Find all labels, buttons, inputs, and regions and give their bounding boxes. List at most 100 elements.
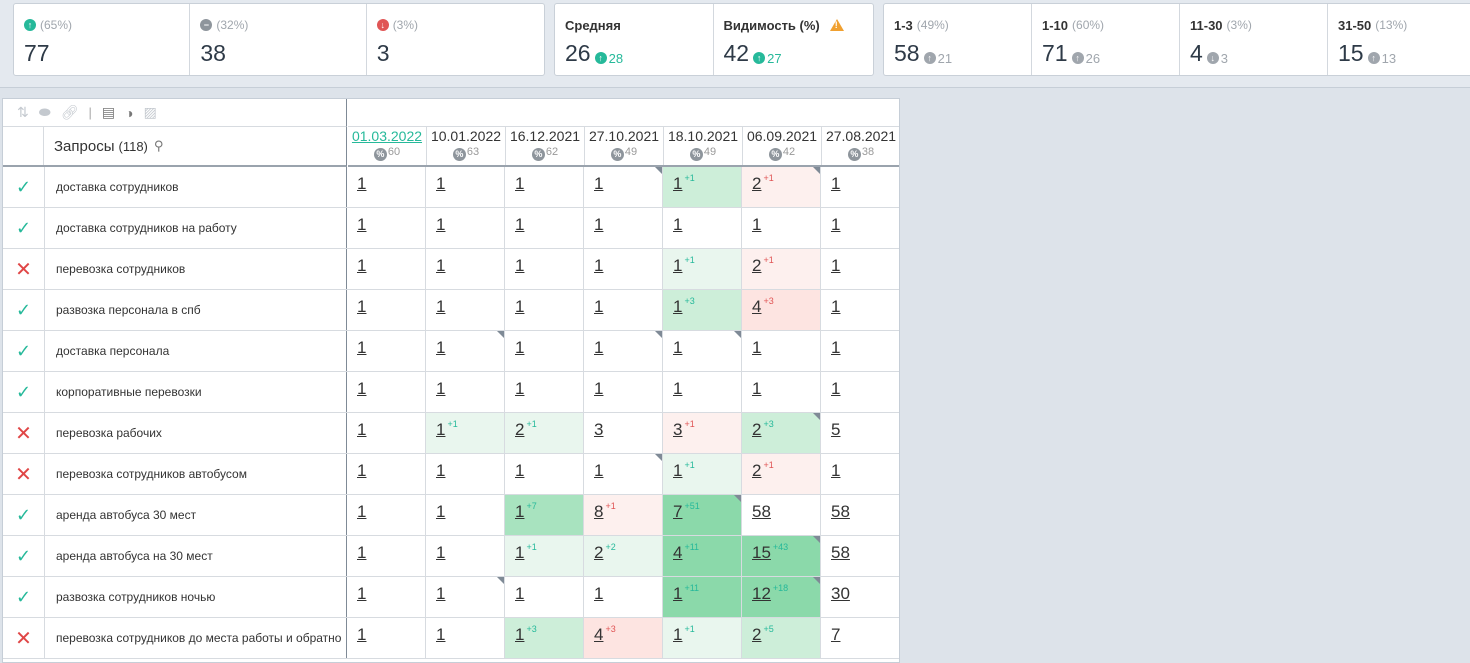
cross-icon[interactable]: ✕ — [3, 454, 45, 494]
date-column-6[interactable]: 27.08.2021% 38 — [822, 127, 899, 165]
position-value[interactable]: 1 — [436, 379, 445, 398]
position-value[interactable]: 58 — [752, 502, 771, 521]
contrast-icon[interactable]: ◑ — [125, 105, 133, 121]
position-value[interactable]: 1 — [515, 297, 524, 316]
position-value[interactable]: 30 — [831, 584, 850, 603]
position-value[interactable]: 1 — [436, 256, 445, 275]
position-value[interactable]: 7 — [673, 502, 682, 521]
position-value[interactable]: 1 — [357, 625, 366, 644]
date-column-0[interactable]: 01.03.2022% 60 — [348, 127, 427, 165]
position-value[interactable]: 1 — [594, 256, 603, 275]
position-value[interactable]: 1 — [673, 461, 682, 480]
position-value[interactable]: 1 — [515, 584, 524, 603]
date-column-4[interactable]: 18.10.2021% 49 — [664, 127, 743, 165]
check-icon[interactable]: ✓ — [3, 372, 45, 412]
position-value[interactable]: 8 — [594, 502, 603, 521]
keyword-column-title[interactable]: Запросы (118) ⚲ — [44, 127, 163, 165]
position-value[interactable]: 2 — [752, 420, 761, 439]
stat-range-1-3[interactable]: 1-3 (49%) 58 ↑ 21 — [884, 4, 1032, 75]
position-value[interactable]: 2 — [752, 461, 761, 480]
position-value[interactable]: 1 — [752, 215, 761, 234]
position-value[interactable]: 1 — [594, 215, 603, 234]
position-value[interactable]: 1 — [357, 584, 366, 603]
search-icon[interactable]: ⚲ — [154, 138, 164, 154]
stat-range-11-30[interactable]: 11-30 (3%) 4 ↓ 3 — [1180, 4, 1328, 75]
position-value[interactable]: 58 — [831, 502, 850, 521]
position-value[interactable]: 1 — [673, 338, 682, 357]
position-value[interactable]: 1 — [594, 174, 603, 193]
position-value[interactable]: 1 — [436, 461, 445, 480]
date-label[interactable]: 01.03.2022 — [348, 128, 426, 144]
position-value[interactable]: 1 — [831, 174, 840, 193]
position-value[interactable]: 4 — [594, 625, 603, 644]
position-value[interactable]: 1 — [436, 625, 445, 644]
position-value[interactable]: 1 — [831, 256, 840, 275]
position-value[interactable]: 58 — [831, 543, 850, 562]
date-column-5[interactable]: 06.09.2021% 42 — [743, 127, 822, 165]
date-column-1[interactable]: 10.01.2022% 63 — [427, 127, 506, 165]
stat-up[interactable]: ↑ (65%) 77 — [14, 4, 191, 75]
position-value[interactable]: 1 — [515, 174, 524, 193]
position-value[interactable]: 1 — [515, 461, 524, 480]
position-value[interactable]: 2 — [594, 543, 603, 562]
position-value[interactable]: 1 — [673, 379, 682, 398]
position-value[interactable]: 1 — [831, 338, 840, 357]
stat-range-31-50[interactable]: 31-50 (13%) 15 ↑ 13 — [1328, 4, 1470, 75]
position-value[interactable]: 2 — [752, 256, 761, 275]
position-value[interactable]: 1 — [673, 174, 682, 193]
position-value[interactable]: 1 — [357, 174, 366, 193]
position-value[interactable]: 1 — [436, 338, 445, 357]
position-value[interactable]: 1 — [673, 215, 682, 234]
position-value[interactable]: 1 — [436, 502, 445, 521]
position-value[interactable]: 1 — [515, 625, 524, 644]
position-value[interactable]: 1 — [752, 338, 761, 357]
position-value[interactable]: 1 — [831, 297, 840, 316]
check-icon[interactable]: ✓ — [3, 495, 45, 535]
toggle-icon[interactable]: ⬬ — [39, 104, 51, 121]
link-icon[interactable]: 🔗︎ — [61, 104, 79, 121]
position-value[interactable]: 1 — [357, 215, 366, 234]
position-value[interactable]: 2 — [752, 174, 761, 193]
position-value[interactable]: 1 — [357, 338, 366, 357]
position-value[interactable]: 1 — [673, 584, 682, 603]
position-value[interactable]: 15 — [752, 543, 771, 562]
position-value[interactable]: 1 — [357, 543, 366, 562]
position-value[interactable]: 1 — [357, 502, 366, 521]
cross-icon[interactable]: ✕ — [3, 413, 45, 453]
position-value[interactable]: 1 — [515, 256, 524, 275]
date-column-2[interactable]: 16.12.2021% 62 — [506, 127, 585, 165]
check-icon[interactable]: ✓ — [3, 577, 45, 617]
position-value[interactable]: 1 — [594, 584, 603, 603]
translate-icon[interactable]: ▨ — [144, 104, 157, 121]
position-value[interactable]: 1 — [515, 379, 524, 398]
position-value[interactable]: 1 — [594, 297, 603, 316]
stat-visibility[interactable]: Видимость (%) 42↑27 — [714, 4, 874, 75]
position-value[interactable]: 1 — [515, 543, 524, 562]
position-value[interactable]: 1 — [594, 379, 603, 398]
position-value[interactable]: 1 — [673, 625, 682, 644]
position-value[interactable]: 1 — [357, 297, 366, 316]
date-column-3[interactable]: 27.10.2021% 49 — [585, 127, 664, 165]
position-value[interactable]: 7 — [831, 625, 840, 644]
sort-icon[interactable]: ⇅ — [17, 104, 29, 121]
position-value[interactable]: 1 — [515, 338, 524, 357]
position-value[interactable]: 3 — [594, 420, 603, 439]
position-value[interactable]: 1 — [831, 215, 840, 234]
position-value[interactable]: 1 — [752, 379, 761, 398]
position-value[interactable]: 1 — [594, 338, 603, 357]
position-value[interactable]: 1 — [436, 584, 445, 603]
position-value[interactable]: 1 — [436, 543, 445, 562]
position-value[interactable]: 4 — [752, 297, 761, 316]
check-icon[interactable]: ✓ — [3, 536, 45, 576]
position-value[interactable]: 1 — [357, 461, 366, 480]
position-value[interactable]: 1 — [673, 297, 682, 316]
cross-icon[interactable]: ✕ — [3, 618, 45, 658]
position-value[interactable]: 1 — [831, 379, 840, 398]
position-value[interactable]: 1 — [436, 174, 445, 193]
position-value[interactable]: 1 — [515, 502, 524, 521]
stat-range-1-10[interactable]: 1-10 (60%) 71 ↑ 26 — [1032, 4, 1180, 75]
position-value[interactable]: 1 — [436, 215, 445, 234]
position-value[interactable]: 1 — [357, 379, 366, 398]
position-value[interactable]: 1 — [515, 215, 524, 234]
check-icon[interactable]: ✓ — [3, 331, 45, 371]
